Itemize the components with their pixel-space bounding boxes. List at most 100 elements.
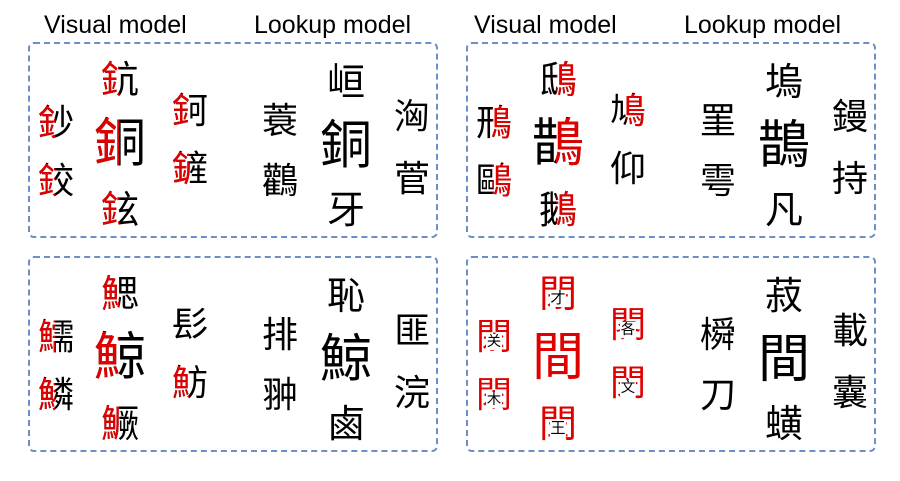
glyph-char: 牙 [327,188,366,232]
panel-bottom-right [466,256,876,452]
top-right-visual-char-2: 鷗鷗 [476,164,512,200]
bottom-right-visual-char-4: 間 [532,332,584,384]
visual-model-header-left: Visual model [44,11,187,39]
glyph-char: 蟥 [765,402,804,446]
bottom-left-visual-char-3: 鰓鰓 [101,275,139,313]
top-left-visual-char-2: 鉸鉸 [38,164,74,200]
glyph-inner-component: 文 [620,380,636,397]
glyph-char: 髟 [172,305,209,346]
bottom-left-lookup-char-2: 翀 [262,378,298,414]
glyph-char: 鹵 [327,402,366,446]
bottom-left-visual-char-4: 鯨鯨 [94,332,146,384]
top-left-lookup-char-5: 牙 [327,191,365,229]
bottom-right-visual-char-7: 閔文 [610,366,646,402]
lookup-model-header-right: Lookup model [684,11,842,39]
glyph-char: 匪 [394,311,431,352]
top-right-lookup-char-3: 塢 [765,63,803,101]
glyph-inner-component: 才 [550,288,566,307]
bottom-left-visual-char-6: 髟 [172,308,208,344]
glyph-char: 洶 [394,97,431,138]
top-right-visual-char-4: 鵲鵲 [532,118,584,170]
glyph-char: 菅 [394,159,431,200]
glyph-char: 銅 [320,116,373,176]
top-left-visual-char-4: 銅銅 [94,118,146,170]
visual-model-header-right: Visual model [474,11,617,39]
top-right-lookup-char-4: 鵲 [758,120,810,172]
glyph-char: 刀 [700,375,737,416]
bottom-left-visual-char-7: 魴魴 [172,366,208,402]
glyph-char: 浣 [394,373,431,414]
glyph-inner-component: 王 [550,418,566,437]
glyph-inner-component: 各 [620,322,636,339]
bottom-right-visual-char-6: 閣各 [610,308,646,344]
top-left-lookup-char-1: 蓑 [262,104,298,140]
glyph-char: 鵲 [758,116,811,176]
glyph-char: 峘 [327,60,366,104]
glyph-inner-component: 木 [486,392,502,409]
bottom-right-lookup-char-6: 載 [832,314,868,350]
bottom-left-visual-char-5: 鱖鱖 [101,405,139,443]
glyph-char: 蓑 [262,101,299,142]
lookup-model-header-left: Lookup model [254,11,412,39]
glyph-char: 橓 [700,315,737,356]
top-left-visual-char-1: 鈔鈔 [38,106,74,142]
glyph-char: 菽 [765,274,804,318]
top-left-visual-char-6: 鈳鈳 [172,94,208,130]
glyph-char: 間 [758,330,811,390]
glyph-char: 凡 [765,188,804,232]
bottom-right-lookup-char-4: 間 [758,334,810,386]
top-left-visual-char-5: 鉉鉉 [101,191,139,229]
bottom-right-visual-char-5: 閏王 [539,405,577,443]
top-left-lookup-char-3: 峘 [327,63,365,101]
panel-top-right [466,42,876,238]
top-right-visual-char-1: 鳽鳽 [476,106,512,142]
top-right-lookup-char-6: 鏝 [832,100,868,136]
bottom-right-visual-char-1: 閖关 [476,320,512,356]
top-left-visual-char-7: 鏟鏟 [172,152,208,188]
glyph-char: 鏝 [832,97,869,138]
top-left-visual-char-3: 鈧鈧 [101,61,139,99]
bottom-left-lookup-char-1: 排 [262,318,298,354]
glyph-char: 仰 [610,149,647,190]
glyph-char: 罣 [700,101,737,142]
top-right-visual-char-7: 仰 [610,152,646,188]
bottom-right-lookup-char-1: 橓 [700,318,736,354]
top-right-visual-char-5: 鵝鵝 [539,191,577,229]
bottom-right-lookup-char-5: 蟥 [765,405,803,443]
glyph-char: 載 [832,311,869,352]
glyph-char: 持 [832,159,869,200]
glyph-char: 囊 [832,373,869,414]
bottom-right-visual-char-2: 閑木 [476,378,512,414]
bottom-left-lookup-char-4: 鯨 [320,334,372,386]
glyph-char: 翀 [262,375,299,416]
panel-top-left [28,42,438,238]
top-left-lookup-char-2: 鸛 [262,164,298,200]
top-right-lookup-char-2: 雩 [700,164,736,200]
glyph-char: 間 [532,328,585,388]
top-left-lookup-char-6: 洶 [394,100,430,136]
top-right-lookup-char-7: 持 [832,162,868,198]
top-right-visual-char-3: 鴟鴟 [539,61,577,99]
glyph-char: 排 [262,315,299,356]
top-left-lookup-char-7: 菅 [394,162,430,198]
glyph-char: 雩 [700,161,737,202]
bottom-left-lookup-char-7: 浣 [394,376,430,412]
bottom-left-visual-char-2: 鱗鱗 [38,378,74,414]
top-right-lookup-char-1: 罣 [700,104,736,140]
bottom-right-lookup-char-3: 菽 [765,277,803,315]
top-right-lookup-char-5: 凡 [765,191,803,229]
panel-bottom-left [28,256,438,452]
bottom-left-lookup-char-6: 匪 [394,314,430,350]
bottom-right-lookup-char-2: 刀 [700,378,736,414]
top-right-visual-char-6: 鳩鳩 [610,94,646,130]
glyph-char: 鸛 [262,161,299,202]
bottom-right-lookup-char-7: 囊 [832,376,868,412]
glyph-char: 塢 [765,60,804,104]
bottom-left-visual-char-1: 鱬鱬 [38,320,74,356]
glyph-char: 鯨 [320,330,373,390]
glyph-char: 恥 [327,274,366,318]
bottom-right-visual-char-3: 閉才 [539,275,577,313]
bottom-left-lookup-char-3: 恥 [327,277,365,315]
bottom-left-lookup-char-5: 鹵 [327,405,365,443]
glyph-inner-component: 关 [486,334,502,351]
